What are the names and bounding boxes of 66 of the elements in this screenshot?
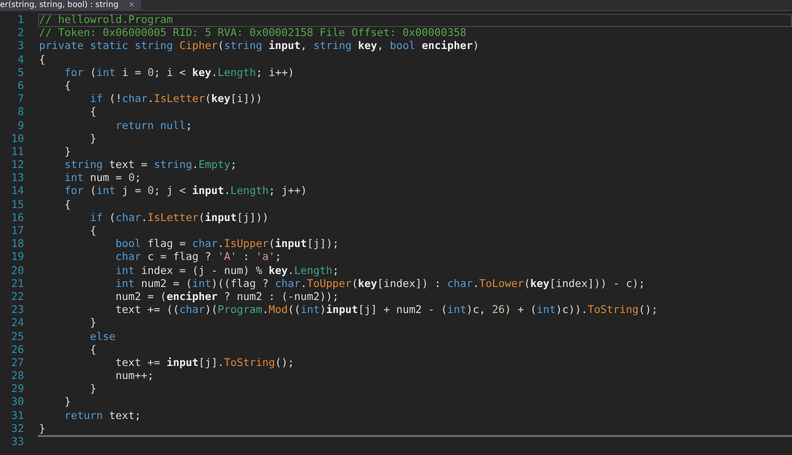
line-number: 11 (10, 146, 24, 160)
line-number: 18 (10, 238, 24, 252)
code-line: text += ((char)(Program.Mod((int)input[j] + num2 - (int)c, 26) + (int)c)).ToString(); (114, 304, 659, 318)
code-line: int index = (j - num) % key.Length; (114, 264, 340, 278)
code-line: string text = string.Empty; (64, 159, 238, 172)
code-line: else (89, 330, 117, 344)
code-line: num++; (114, 370, 155, 384)
line-number: 2 (16, 27, 24, 40)
line-number: 30 (10, 396, 24, 410)
code-line: if (char.IsLetter(input[j])) (89, 212, 270, 225)
line-number: 27 (10, 356, 24, 370)
line-number: 16 (10, 212, 24, 225)
code-line: int num = 0; (64, 172, 142, 186)
code-line: } (38, 422, 46, 436)
code-line: return text; (64, 410, 142, 423)
line-number: 20 (10, 264, 24, 278)
code-line: if (!char.IsLetter(key[i])) (89, 93, 264, 106)
line-number: 15 (10, 198, 24, 212)
code-line: // Token: 0x06000005 RID: 5 RVA: 0x00002158 File Offset: 0x00000358 (38, 27, 468, 40)
line-number: 5 (16, 66, 24, 80)
line-number: 13 (10, 172, 24, 186)
line-number: 21 (10, 278, 24, 291)
line-number: 23 (10, 304, 24, 318)
code-line: bool flag = char.IsUpper(input[j]); (114, 238, 340, 252)
line-number: 28 (10, 370, 24, 384)
line-number: 17 (10, 225, 24, 238)
document-tab[interactable]: er(string, string, bool) : string (0, 0, 122, 10)
line-number: 7 (16, 93, 24, 106)
code-line: num2 = (encipher ? num2 : (-num2)); (114, 290, 340, 304)
code-line: } (89, 317, 98, 330)
line-number: 1 (16, 14, 24, 28)
code-line: private static string Cipher(string input, string key, bool encipher) (38, 40, 480, 54)
code-line: for (int j = 0; j < input.Length; j++) (64, 185, 308, 199)
code-line: char c = flag ? 'A' : 'a'; (114, 251, 282, 265)
line-number: 6 (16, 80, 24, 94)
line-number: 25 (10, 330, 24, 344)
line-number: 33 (10, 436, 24, 450)
code-line: { (89, 344, 98, 357)
code-line: } (64, 396, 72, 410)
code-line: return null; (114, 120, 194, 133)
line-number: 26 (10, 344, 24, 357)
code-line: { (89, 225, 98, 238)
line-number: 22 (10, 290, 24, 304)
line-number: 31 (10, 410, 24, 423)
code-line: } (89, 383, 98, 396)
line-number: 10 (10, 132, 24, 146)
line-number: 9 (16, 120, 24, 133)
code-line: } (64, 146, 72, 160)
code-line: { (64, 80, 72, 94)
close-tab-button[interactable]: × (122, 0, 142, 10)
code-line: { (38, 54, 46, 67)
code-line: { (64, 198, 72, 212)
line-number: 14 (10, 185, 24, 199)
line-number: 32 (10, 422, 24, 436)
line-number: 12 (10, 159, 24, 172)
line-number: 3 (16, 40, 24, 54)
line-number: 24 (10, 317, 24, 330)
line-number: 29 (10, 383, 24, 396)
code-line: } (89, 132, 98, 146)
line-number: 4 (16, 54, 24, 67)
code-line: for (int i = 0; i < key.Length; i++) (64, 66, 296, 80)
code-line: int num2 = (int)((flag ? char.ToUpper(key[index]) : char.ToLower(key[index])) - c); (114, 278, 646, 291)
code-line: text += input[j].ToString(); (114, 356, 296, 370)
line-number: 8 (16, 106, 24, 120)
code-line: { (89, 106, 98, 120)
line-number: 19 (10, 251, 24, 265)
